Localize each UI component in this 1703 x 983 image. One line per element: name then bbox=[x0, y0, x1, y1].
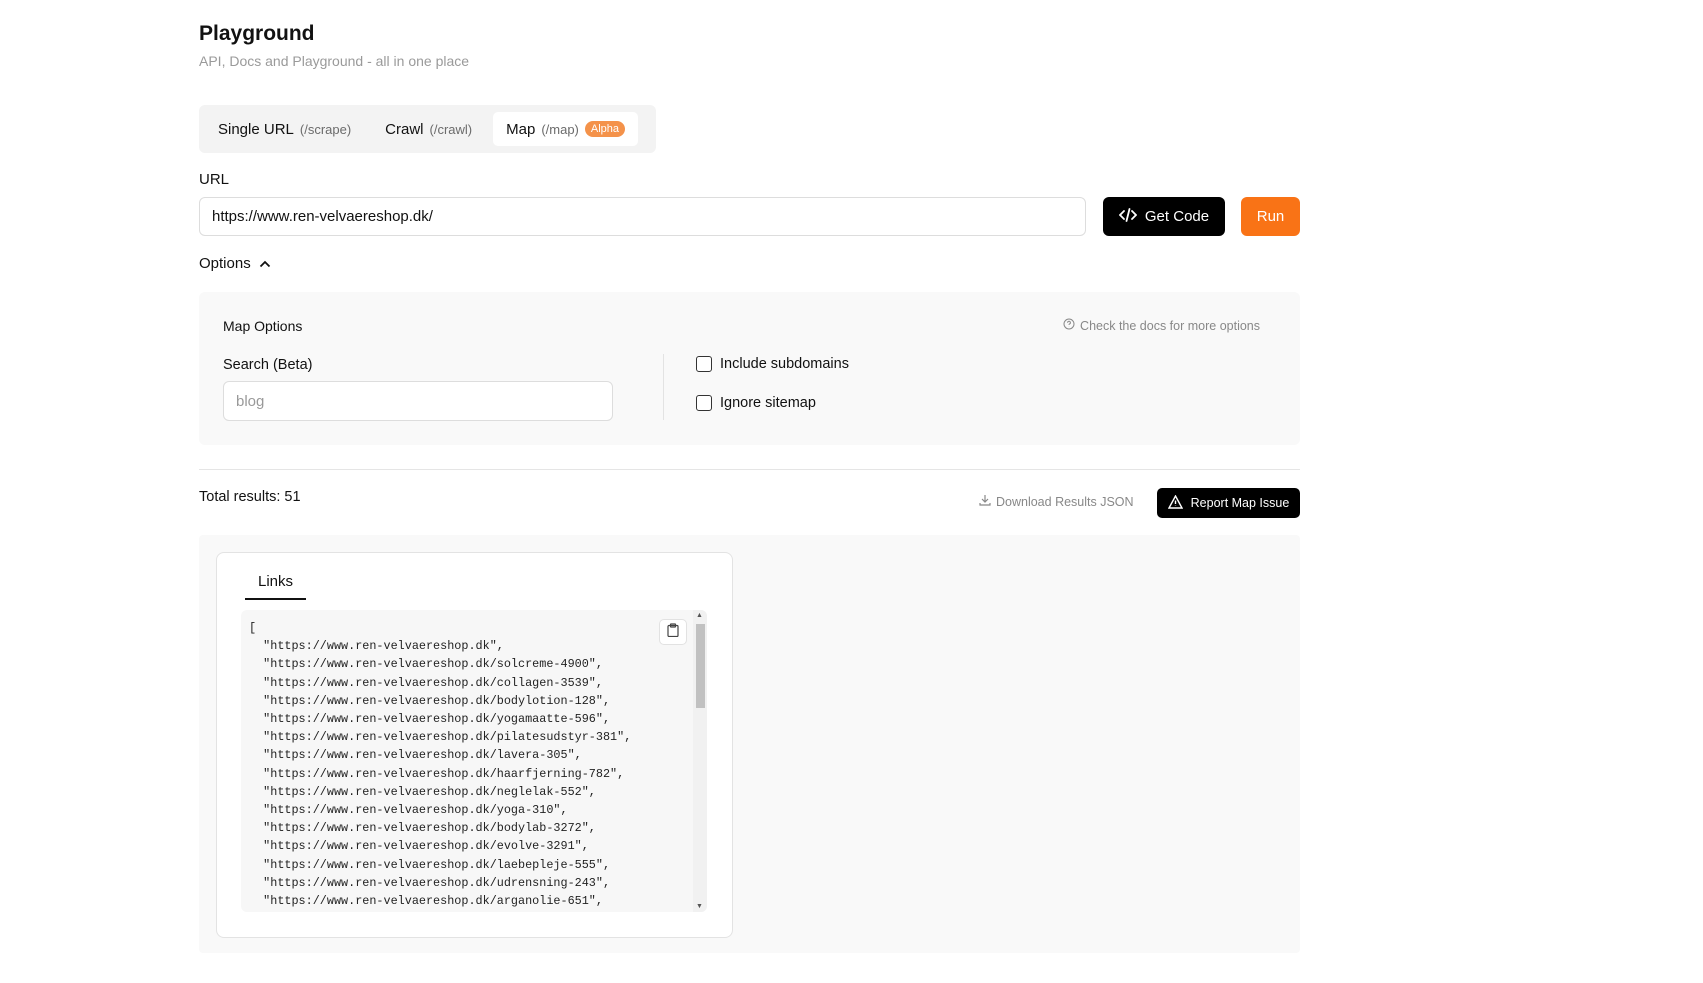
tab-links[interactable]: Links bbox=[245, 573, 306, 600]
options-divider bbox=[663, 354, 664, 420]
ignore-sitemap-label: Ignore sitemap bbox=[720, 395, 816, 411]
report-label: Report Map Issue bbox=[1190, 496, 1290, 510]
link-item: "https://www.ren-velvaereshop.dk/arganol… bbox=[249, 894, 603, 909]
results-area: Links [ "https://www.ren-velvaereshop.dk… bbox=[199, 535, 1300, 953]
link-item: "https://www.ren-velvaereshop.dk/yoga-31… bbox=[249, 803, 568, 818]
tab-label: Map bbox=[506, 120, 536, 138]
report-map-issue-button[interactable]: Report Map Issue bbox=[1157, 488, 1300, 518]
tab-label: Single URL bbox=[218, 120, 294, 138]
link-item: "https://www.ren-velvaereshop.dk/evolve-… bbox=[249, 839, 589, 854]
map-options-title: Map Options bbox=[223, 318, 303, 334]
endpoint-tabs: Single URL (/scrape) Crawl (/crawl) Map (/m… bbox=[199, 105, 656, 153]
link-item: "https://www.ren-velvaereshop.dk/udrensn… bbox=[249, 875, 611, 890]
link-item: "https://www.ren-velvaereshop.dk/laebepl… bbox=[249, 857, 611, 872]
section-divider bbox=[199, 469, 1300, 470]
map-options-panel: Map Options Check the docs for more opti… bbox=[199, 292, 1300, 445]
scroll-up-arrow-icon[interactable]: ▲ bbox=[696, 612, 703, 619]
tab-endpoint: (/scrape) bbox=[299, 121, 352, 137]
links-json-viewer[interactable]: [ "https://www.ren-velvaereshop.dk", "ht… bbox=[241, 610, 707, 912]
run-button[interactable]: Run bbox=[1241, 197, 1300, 236]
link-item: "https://www.ren-velvaereshop.dk/haarfje… bbox=[249, 766, 625, 781]
code-icon bbox=[1118, 207, 1138, 226]
options-label: Options bbox=[199, 255, 251, 272]
docs-link[interactable]: Check the docs for more options bbox=[1063, 318, 1260, 333]
get-code-button[interactable]: Get Code bbox=[1103, 197, 1225, 236]
tab-map[interactable]: Map (/map) Alpha bbox=[493, 112, 639, 146]
tab-label: Crawl bbox=[385, 120, 424, 138]
url-input[interactable] bbox=[199, 197, 1086, 236]
docs-link-label: Check the docs for more options bbox=[1080, 318, 1260, 333]
tab-endpoint: (/crawl) bbox=[429, 121, 473, 137]
copy-button[interactable] bbox=[659, 619, 687, 645]
options-toggle[interactable]: Options bbox=[199, 255, 271, 272]
link-item: "https://www.ren-velvaereshop.dk", bbox=[249, 639, 504, 654]
link-item: "https://www.ren-velvaereshop.dk/bodylab… bbox=[249, 821, 596, 836]
page-subtitle: API, Docs and Playground - all in one pl… bbox=[199, 53, 470, 69]
get-code-label: Get Code bbox=[1144, 208, 1210, 225]
checkbox-box[interactable] bbox=[696, 395, 712, 411]
link-item: "https://www.ren-velvaereshop.dk/yogamaa… bbox=[249, 712, 611, 727]
tab-crawl[interactable]: Crawl (/crawl) bbox=[372, 112, 485, 146]
link-item: "https://www.ren-velvaereshop.dk/lavera-… bbox=[249, 748, 582, 763]
link-item: "https://www.ren-velvaereshop.dk/pilates… bbox=[249, 730, 632, 745]
scrollbar[interactable]: ▲ ▼ bbox=[693, 610, 707, 912]
warning-icon bbox=[1167, 494, 1183, 512]
link-item: "https://www.ren-velvaereshop.dk/solcrem… bbox=[249, 657, 603, 672]
link-item: "https://www.ren-velvaereshop.dk/neglela… bbox=[249, 784, 596, 799]
ignore-sitemap-checkbox[interactable]: Ignore sitemap bbox=[696, 395, 816, 411]
checkbox-box[interactable] bbox=[696, 356, 712, 372]
links-card: Links [ "https://www.ren-velvaereshop.dk… bbox=[216, 552, 733, 938]
total-results: Total results: 51 bbox=[199, 489, 301, 505]
search-input[interactable] bbox=[223, 381, 613, 421]
search-label: Search (Beta) bbox=[223, 357, 313, 373]
scroll-down-arrow-icon[interactable]: ▼ bbox=[696, 903, 703, 910]
url-label: URL bbox=[199, 171, 230, 188]
help-circle-icon bbox=[1063, 318, 1075, 333]
tab-endpoint: (/map) bbox=[541, 121, 579, 137]
link-item: "https://www.ren-velvaereshop.dk/collage… bbox=[249, 675, 603, 690]
chevron-up-icon bbox=[259, 255, 271, 272]
download-label: Download Results JSON bbox=[996, 494, 1134, 509]
download-results-button[interactable]: Download Results JSON bbox=[979, 494, 1134, 509]
page-title: Playground bbox=[199, 22, 315, 45]
alpha-badge: Alpha bbox=[584, 121, 626, 137]
json-bracket: [ bbox=[249, 621, 257, 635]
include-subdomains-checkbox[interactable]: Include subdomains bbox=[696, 356, 849, 372]
link-item: "https://www.ren-velvaereshop.dk/bodylot… bbox=[249, 693, 611, 708]
download-icon bbox=[979, 494, 991, 509]
clipboard-icon bbox=[667, 622, 679, 642]
tab-single-url[interactable]: Single URL (/scrape) bbox=[205, 112, 364, 146]
links-json: [ "https://www.ren-velvaereshop.dk", "ht… bbox=[241, 610, 707, 910]
scrollbar-thumb[interactable] bbox=[696, 624, 705, 708]
include-subdomains-label: Include subdomains bbox=[720, 356, 849, 372]
